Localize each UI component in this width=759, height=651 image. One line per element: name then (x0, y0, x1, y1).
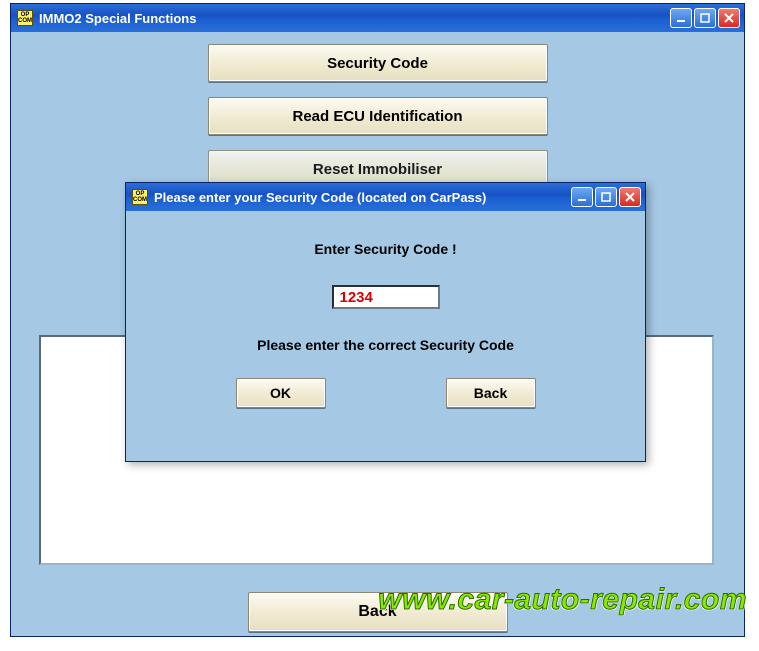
dialog-window-controls (571, 187, 641, 207)
close-icon (724, 13, 734, 23)
dialog-minimize-button[interactable] (571, 187, 593, 207)
maximize-button[interactable] (694, 8, 716, 28)
main-back-button[interactable]: Back (248, 592, 508, 632)
security-code-dialog: OP COM Please enter your Security Code (… (125, 182, 646, 462)
minimize-button[interactable] (670, 8, 692, 28)
main-titlebar: OP COM IMMO2 Special Functions (11, 4, 744, 32)
dialog-app-icon: OP COM (132, 189, 148, 205)
close-icon (625, 192, 635, 202)
dialog-heading: Enter Security Code ! (126, 241, 645, 257)
dialog-message: Please enter the correct Security Code (126, 337, 645, 353)
dialog-client: Enter Security Code ! Please enter the c… (126, 211, 645, 461)
dialog-title: Please enter your Security Code (located… (154, 190, 571, 205)
close-button[interactable] (718, 8, 740, 28)
ok-button[interactable]: OK (236, 378, 326, 408)
main-window-controls (670, 8, 740, 28)
dialog-titlebar: OP COM Please enter your Security Code (… (126, 183, 645, 211)
maximize-icon (601, 192, 611, 202)
minimize-icon (577, 192, 587, 202)
minimize-icon (676, 13, 686, 23)
app-icon: OP COM (17, 10, 33, 26)
security-code-button[interactable]: Security Code (208, 44, 548, 82)
dialog-button-row: OK Back (126, 378, 645, 408)
read-ecu-button[interactable]: Read ECU Identification (208, 97, 548, 135)
main-title: IMMO2 Special Functions (39, 11, 670, 26)
dialog-close-button[interactable] (619, 187, 641, 207)
security-code-input[interactable] (332, 285, 440, 309)
dialog-back-button[interactable]: Back (446, 378, 536, 408)
maximize-icon (700, 13, 710, 23)
dialog-maximize-button[interactable] (595, 187, 617, 207)
